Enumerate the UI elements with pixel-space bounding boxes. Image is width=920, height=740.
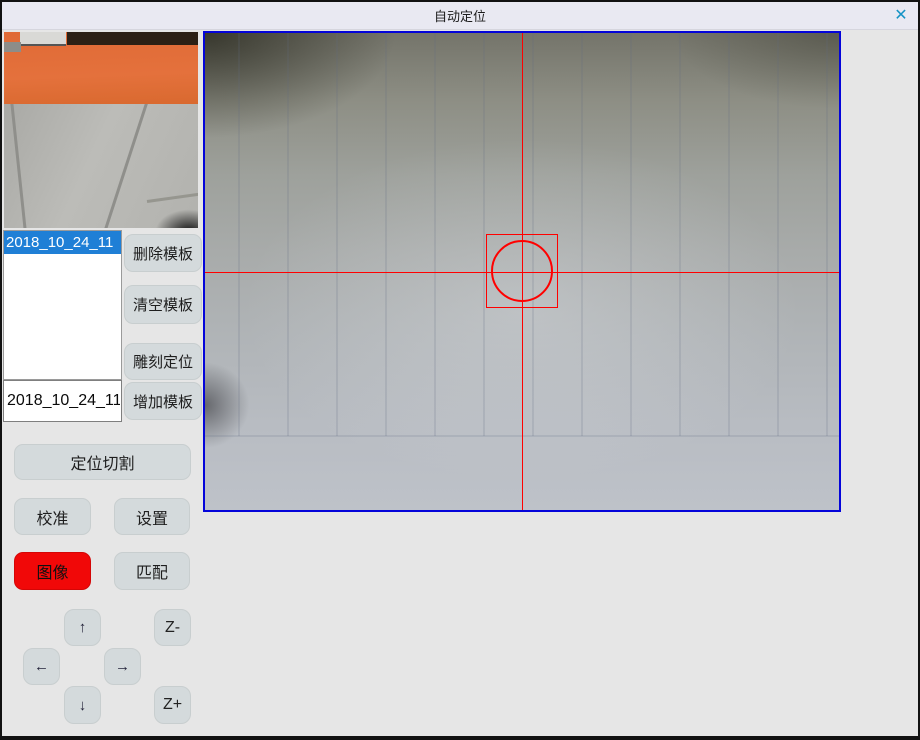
title-bar: 自动定位 ✕ — [2, 2, 918, 30]
close-icon[interactable]: ✕ — [891, 6, 911, 26]
delete-template-button[interactable]: 删除模板 — [124, 234, 202, 272]
engrave-position-button[interactable]: 雕刻定位 — [124, 343, 202, 380]
preview-dark-bar — [67, 32, 198, 45]
match-button[interactable]: 匹配 — [114, 552, 190, 590]
jog-right-button[interactable]: → — [104, 648, 141, 685]
preview-gray-block — [4, 42, 21, 52]
window-title: 自动定位 — [434, 6, 486, 25]
camera-view — [203, 31, 841, 512]
jog-z-minus-button[interactable]: Z- — [154, 609, 191, 646]
add-template-button[interactable]: 增加模板 — [124, 382, 202, 420]
calibrate-button[interactable]: 校准 — [14, 498, 91, 535]
target-circle — [491, 240, 553, 302]
auto-position-window: 自动定位 ✕ 2018_10_24_11 删除模板 清空模板 雕刻定位 增加模板… — [0, 0, 920, 740]
position-cut-button[interactable]: 定位切割 — [14, 444, 191, 480]
jog-z-plus-button[interactable]: Z+ — [154, 686, 191, 724]
template-list[interactable]: 2018_10_24_11 — [3, 230, 122, 380]
template-name-input[interactable] — [3, 380, 122, 422]
template-preview-image — [4, 32, 198, 228]
jog-up-button[interactable]: ↑ — [64, 609, 101, 646]
preview-light-block — [20, 32, 66, 46]
template-list-item[interactable]: 2018_10_24_11 — [4, 231, 121, 254]
image-button[interactable]: 图像 — [14, 552, 91, 590]
jog-left-button[interactable]: ← — [23, 648, 60, 685]
clear-templates-button[interactable]: 清空模板 — [124, 285, 202, 324]
jog-down-button[interactable]: ↓ — [64, 686, 101, 724]
settings-button[interactable]: 设置 — [114, 498, 190, 535]
